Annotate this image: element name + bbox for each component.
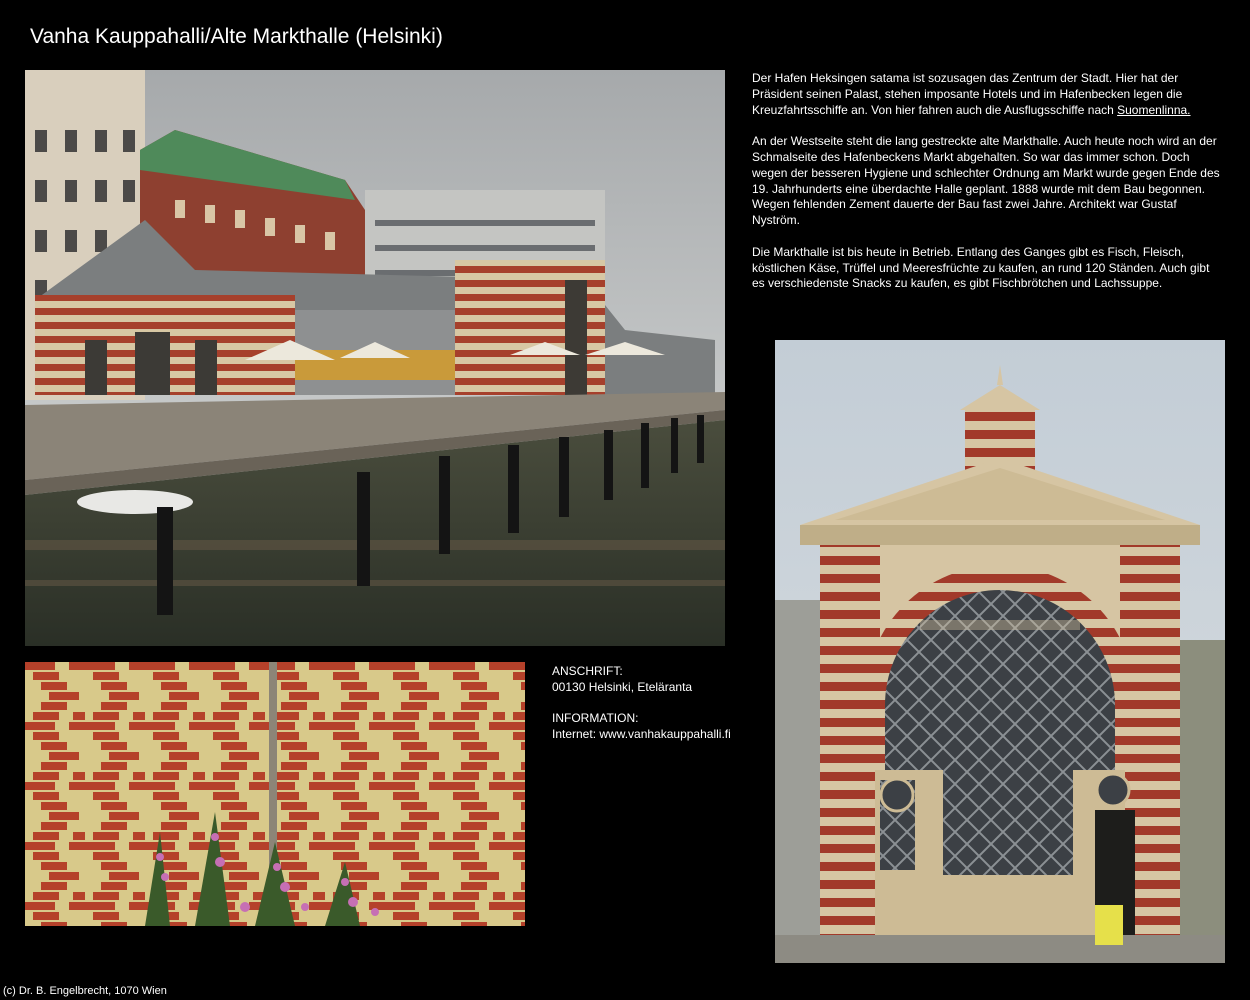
- harbor-market-hall-photo: [25, 70, 725, 646]
- description-text: Der Hafen Heksingen satama ist sozusagen…: [752, 71, 1222, 308]
- description-paragraph-3: Die Markthalle ist bis heute in Betrieb.…: [752, 244, 1210, 291]
- address-value: 00130 Helsinki, Eteläranta: [552, 679, 693, 694]
- copyright-footer: (c) Dr. B. Engelbrecht, 1070 Wien: [3, 985, 167, 997]
- information-label: INFORMATION:: [552, 711, 639, 726]
- internet-link[interactable]: Internet: www.vanhakauppahalli.fi: [552, 727, 762, 743]
- info-block: ANSCHRIFT: 00130 Helsinki, Eteläranta IN…: [552, 664, 762, 743]
- description-paragraph-1: Der Hafen Heksingen satama ist sozusagen…: [752, 71, 1222, 118]
- address-label: ANSCHRIFT:: [552, 664, 623, 678]
- description-paragraph-2: An der Westseite steht die lang gestreck…: [752, 134, 1220, 228]
- brick-wall-pattern-photo: [25, 662, 525, 926]
- suomenlinna-link[interactable]: Suomenlinna.: [1117, 103, 1190, 117]
- market-hall-facade-photo: [775, 340, 1225, 963]
- page-title: Vanha Kauppahalli/Alte Markthalle (Helsi…: [30, 25, 443, 48]
